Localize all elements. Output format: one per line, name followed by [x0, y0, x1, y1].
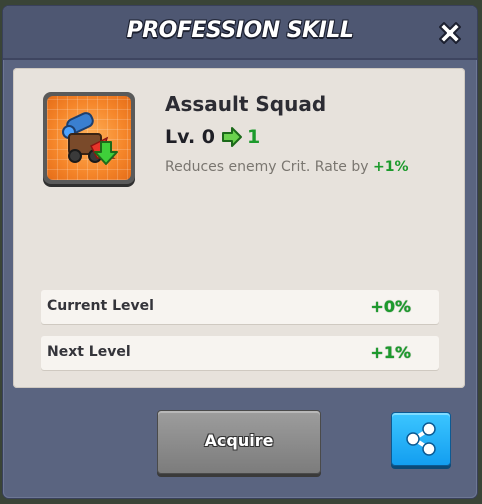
acquire-button[interactable]: Acquire	[157, 410, 321, 474]
stat-value: +1%	[370, 343, 411, 362]
skill-icon-frame	[43, 92, 135, 184]
close-button[interactable]	[433, 16, 467, 50]
stat-value: +0%	[370, 297, 411, 316]
assault-squad-skill-icon	[47, 96, 131, 180]
dialog-header: PROFESSION SKILL	[3, 6, 477, 60]
profession-skill-dialog: PROFESSION SKILL Assault Squad Lv. 0 1 R…	[3, 6, 477, 498]
skill-info-panel: Assault Squad Lv. 0 1 Reduces enemy Crit…	[13, 68, 465, 388]
level-current: Lv. 0	[165, 126, 215, 148]
share-button[interactable]	[391, 412, 451, 466]
stat-row-current-level: Current Level +0%	[41, 290, 439, 324]
skill-level: Lv. 0 1	[165, 124, 260, 150]
dialog-title: PROFESSION SKILL	[126, 18, 354, 43]
share-icon	[406, 422, 436, 456]
skill-name: Assault Squad	[165, 92, 327, 116]
close-icon	[439, 22, 461, 44]
stat-label: Current Level	[47, 298, 154, 314]
level-next: 1	[247, 126, 261, 148]
stat-label: Next Level	[47, 344, 131, 360]
stat-row-next-level: Next Level +1%	[41, 336, 439, 370]
description-text: Reduces enemy Crit. Rate by	[165, 159, 373, 175]
acquire-label: Acquire	[204, 431, 274, 450]
arrow-right-icon	[222, 127, 242, 147]
skill-description: Reduces enemy Crit. Rate by +1%	[165, 159, 408, 175]
description-value: +1%	[372, 159, 409, 175]
